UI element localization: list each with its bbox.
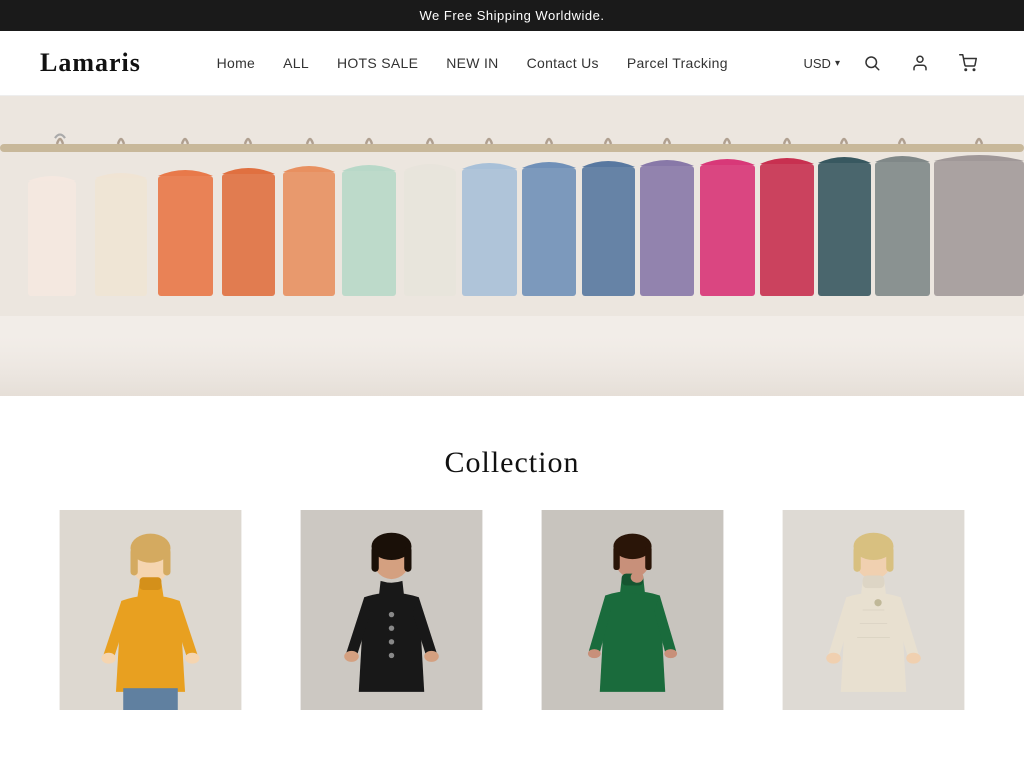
product-card[interactable] [522, 510, 743, 710]
search-icon [863, 54, 881, 72]
hero-image [0, 96, 1024, 396]
nav-all[interactable]: ALL [283, 55, 309, 71]
product-image-2 [281, 510, 502, 710]
product-image [281, 510, 502, 710]
product-image [40, 510, 261, 710]
search-button[interactable] [856, 47, 888, 79]
nav-parcel-tracking[interactable]: Parcel Tracking [627, 55, 728, 71]
logo[interactable]: Lamaris [40, 48, 141, 78]
header-actions: USD ▾ [804, 47, 984, 79]
currency-selector[interactable]: USD ▾ [804, 56, 840, 71]
collection-title: Collection [40, 446, 984, 480]
account-button[interactable] [904, 47, 936, 79]
currency-label: USD [804, 56, 831, 71]
nav-hots-sale[interactable]: HOTS SALE [337, 55, 418, 71]
announcement-text: We Free Shipping Worldwide. [420, 8, 605, 23]
product-card[interactable] [763, 510, 984, 710]
product-image-3 [522, 510, 743, 710]
product-image [763, 510, 984, 710]
product-image-4 [763, 510, 984, 710]
chevron-down-icon: ▾ [835, 58, 840, 69]
cart-icon [959, 54, 977, 72]
product-card[interactable] [281, 510, 502, 710]
hero-banner [0, 96, 1024, 396]
announcement-bar: We Free Shipping Worldwide. [0, 0, 1024, 31]
header: Lamaris Home ALL HOTS SALE NEW IN Contac… [0, 31, 1024, 96]
main-nav: Home ALL HOTS SALE NEW IN Contact Us Par… [217, 55, 728, 71]
nav-new-in[interactable]: NEW IN [446, 55, 498, 71]
collection-grid [40, 510, 984, 710]
account-icon [911, 54, 929, 72]
nav-home[interactable]: Home [217, 55, 256, 71]
product-image [522, 510, 743, 710]
product-image-1 [40, 510, 261, 710]
nav-contact-us[interactable]: Contact Us [527, 55, 599, 71]
product-card[interactable] [40, 510, 261, 710]
cart-button[interactable] [952, 47, 984, 79]
collection-section: Collection [0, 396, 1024, 740]
